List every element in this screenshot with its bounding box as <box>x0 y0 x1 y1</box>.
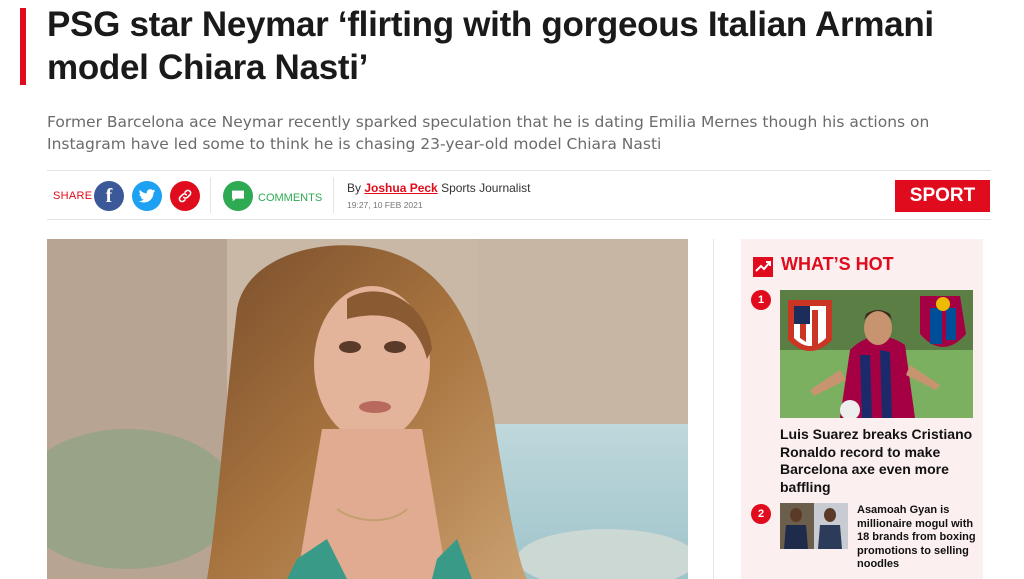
whats-hot-panel: WHAT’S HOT 1 Luis Suarez breaks Cristian… <box>741 239 983 579</box>
author-link[interactable]: Joshua Peck <box>364 181 437 195</box>
whats-hot-title: WHAT’S HOT <box>781 254 894 274</box>
twitter-icon <box>138 189 156 203</box>
publish-timestamp: 19:27, 10 FEB 2021 <box>347 200 423 210</box>
facebook-icon: f <box>105 185 113 207</box>
comment-bubble-icon <box>232 190 244 202</box>
hero-photo <box>47 239 688 579</box>
story-thumbnail[interactable] <box>780 290 973 418</box>
facebook-share-button[interactable]: f <box>94 181 124 211</box>
comments-link[interactable]: COMMENTS <box>258 192 322 204</box>
link-icon <box>178 189 192 203</box>
article-headline: PSG star Neymar ‘flirting with gorgeous … <box>47 5 934 87</box>
byline-prefix: By <box>347 181 362 195</box>
section-badge-sport[interactable]: SPORT <box>895 180 990 212</box>
meta-divider <box>333 177 334 213</box>
gyan-thumbnail-image <box>780 503 848 549</box>
column-divider <box>713 239 714 579</box>
author-role: Sports Journalist <box>441 181 531 195</box>
meta-divider <box>210 177 211 213</box>
article-standfirst: Former Barcelona ace Neymar recently spa… <box>47 113 930 153</box>
story-headline-link[interactable]: Luis Suarez breaks Cristiano Ronaldo rec… <box>780 426 980 496</box>
copy-link-button[interactable] <box>170 181 200 211</box>
trending-icon <box>753 257 773 277</box>
article-meta-bar: SHARE f COMMENTS By Joshua Peck Sports J… <box>47 170 991 220</box>
suarez-thumbnail-image <box>780 290 973 418</box>
rank-badge: 2 <box>751 504 771 524</box>
story-thumbnail[interactable] <box>780 503 848 549</box>
rank-badge: 1 <box>751 290 771 310</box>
comments-button[interactable] <box>223 181 253 211</box>
twitter-share-button[interactable] <box>132 181 162 211</box>
share-label: SHARE <box>53 190 93 202</box>
headline-accent-bar <box>20 8 26 85</box>
story-headline-link[interactable]: Asamoah Gyan is millionaire mogul with 1… <box>857 504 982 572</box>
article-hero-image <box>47 239 688 579</box>
byline: By Joshua Peck Sports Journalist <box>347 181 530 195</box>
